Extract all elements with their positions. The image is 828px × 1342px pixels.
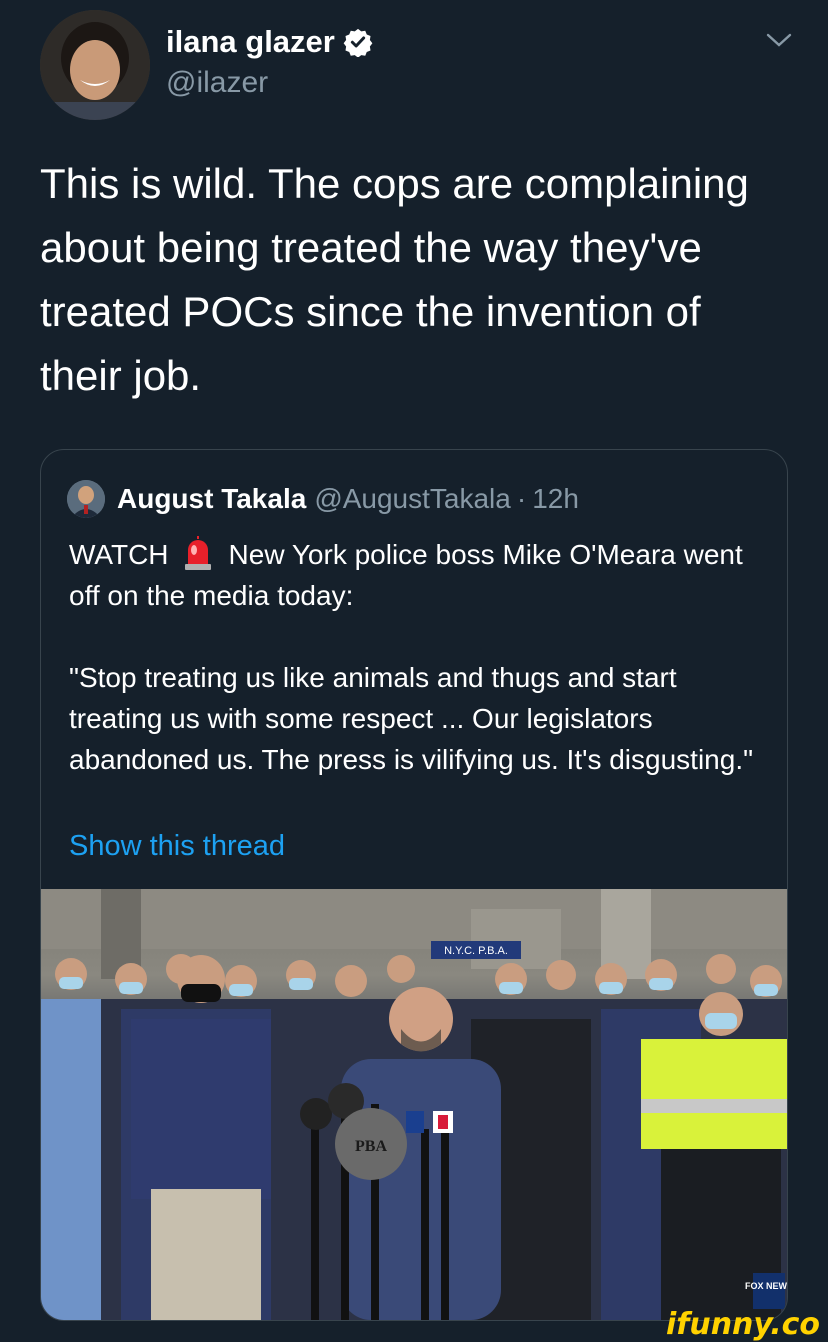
quoted-timestamp[interactable]: 12h	[532, 483, 579, 515]
author-avatar[interactable]	[40, 10, 150, 120]
banner-text: N.Y.C. P.B.A.	[444, 945, 508, 957]
tweet-text: This is wild. The cops are complaining a…	[40, 160, 749, 399]
quoted-author-name[interactable]: August Takala	[117, 483, 306, 515]
press-conference-image: N.Y.C. P.B.A. PBA FOX NEW	[41, 889, 787, 1320]
quoted-paragraph-1: WATCH New York police boss Mike O'Meara …	[69, 534, 769, 616]
quoted-tweet-text: WATCH New York police boss Mike O'Meara …	[69, 534, 769, 780]
author-handle[interactable]: @ilazer	[166, 66, 268, 100]
verified-badge-icon	[343, 28, 373, 57]
quoted-author-handle[interactable]: @AugustTakala	[314, 483, 511, 515]
quoted-tweet-card[interactable]: August Takala @AugustTakala · 12h WATCH …	[40, 449, 788, 1321]
show-thread-link[interactable]: Show this thread	[69, 830, 285, 863]
quoted-video-thumbnail[interactable]: N.Y.C. P.B.A. PBA FOX NEW	[41, 889, 787, 1320]
separator-dot: ·	[516, 483, 527, 514]
author-name[interactable]: ilana glazer	[166, 24, 335, 60]
chevron-down-icon[interactable]	[766, 30, 792, 50]
podium-sign: PBA	[355, 1138, 387, 1155]
quoted-paragraph-2: "Stop treating us like animals and thugs…	[69, 662, 754, 775]
quoted-tweet-header: August Takala @AugustTakala · 12h	[67, 480, 579, 518]
fox-news-badge: FOX NEWS	[745, 1281, 787, 1291]
ifunny-watermark: ifunny.co	[666, 1307, 820, 1342]
author-name-row[interactable]: ilana glazer	[166, 24, 373, 60]
watch-label: WATCH	[69, 539, 169, 570]
quoted-author-avatar[interactable]	[67, 480, 105, 518]
quoted-line1-rest: New York police boss Mike O'Meara went o…	[69, 539, 751, 611]
police-siren-emoji-icon	[184, 536, 211, 570]
